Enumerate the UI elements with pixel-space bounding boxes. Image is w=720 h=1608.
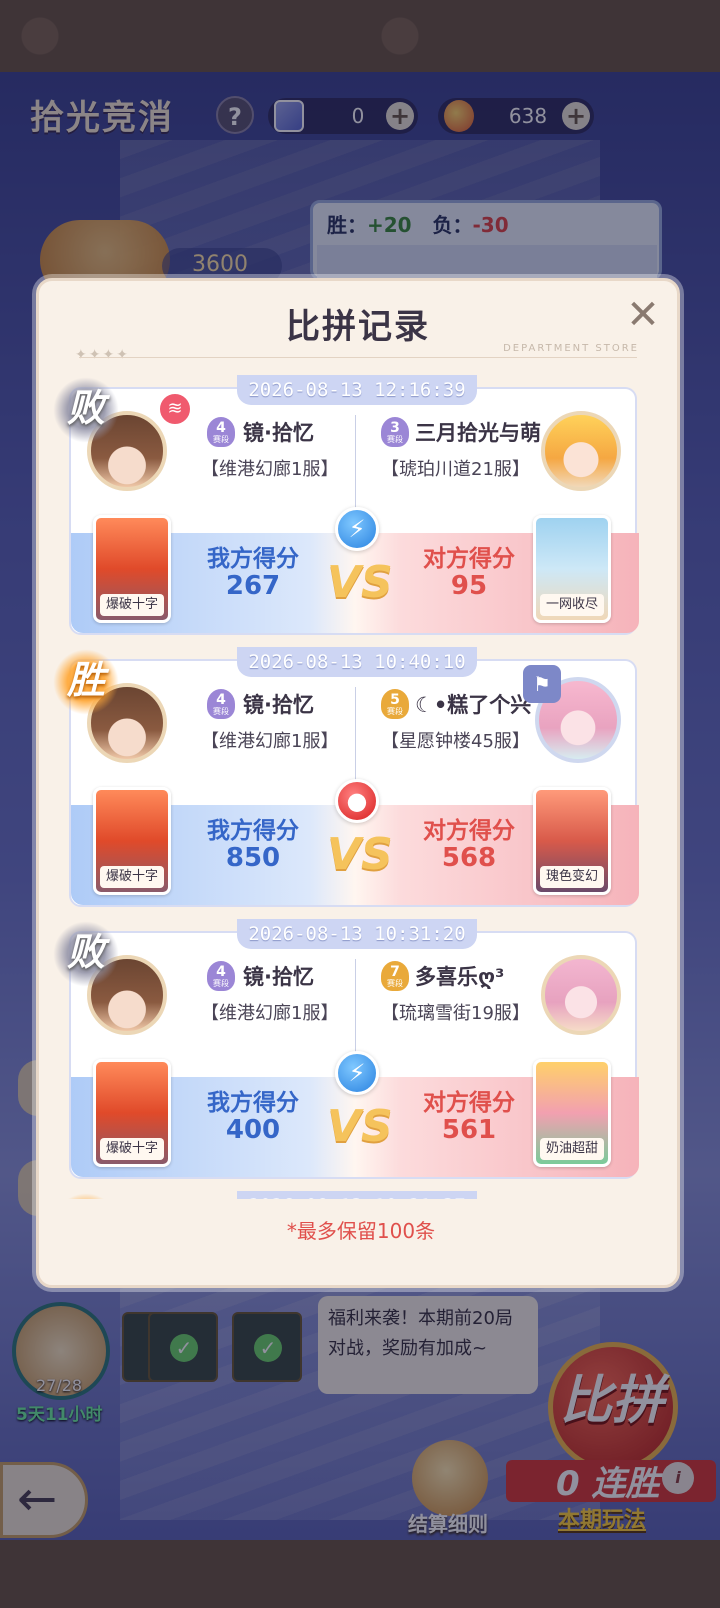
opponent-server: 【琥珀川道21服】: [381, 459, 530, 480]
my-score: 400: [225, 1115, 281, 1145]
close-icon[interactable]: ✕: [623, 295, 663, 335]
vs-label: VS: [327, 829, 393, 880]
record-time: 2026-08-13 10:31:20: [237, 919, 477, 949]
vs-label: VS: [327, 1101, 393, 1152]
sparkle-icon: ✦✦✦✦: [75, 347, 130, 363]
my-name: 镜·拾忆: [243, 693, 314, 717]
my-name: 镜·拾忆: [243, 421, 314, 445]
rank-badge-icon: 3 赛段: [381, 417, 409, 447]
opponent-score: 561: [441, 1115, 497, 1145]
opponent-server: 【星愿钟楼45服】: [381, 731, 530, 752]
my-server: 【维港幻廊1服】: [201, 731, 339, 752]
opponent-outfit-card: 瑰色变幻: [533, 787, 611, 895]
divider: [355, 959, 356, 1059]
result-lose-tag: 败: [53, 377, 119, 443]
opponent-server: 【琉璃雪街19服】: [381, 1003, 530, 1024]
opponent-score-label: 对方得分: [423, 1090, 515, 1116]
my-score: 850: [225, 843, 281, 873]
retention-note: *最多保留100条: [286, 1219, 436, 1243]
record-time: 2026-08-13 10:40:10: [237, 647, 477, 677]
lightning-icon: ⚡: [335, 507, 379, 551]
rank-badge-icon: 7 赛段: [381, 961, 409, 991]
opponent-name: 多喜乐ღ³: [415, 965, 505, 989]
my-score: 267: [225, 571, 281, 601]
opponent-outfit-card: 奶油超甜: [533, 1059, 611, 1167]
opponent-name: 三月拾光与萌: [415, 421, 541, 445]
record-list[interactable]: 2026-08-13 12:16:39 ≋ 4 赛段 镜·拾忆 【维港幻廊1服】 …: [39, 373, 683, 1199]
bomb-icon: ●: [335, 779, 379, 823]
opponent-score: 95: [450, 571, 488, 601]
opponent-score: 568: [441, 843, 497, 873]
my-outfit-card: 爆破十字: [93, 515, 171, 623]
rank-badge-icon: 4 赛段: [207, 417, 235, 447]
battle-record-modal: 比拼记录 ✕ DEPARTMENT STORE ✦✦✦✦ 2026-08-13 …: [36, 278, 680, 1288]
rank-badge-icon: 4 赛段: [207, 689, 235, 719]
record-time: 2026-08-13 10:21:37: [237, 1191, 477, 1199]
opponent-avatar[interactable]: [541, 411, 621, 491]
record-time: 2026-08-13 12:16:39: [237, 375, 477, 405]
divider: [79, 357, 637, 358]
opponent-outfit-card: 一网收尽: [533, 515, 611, 623]
result-lose-tag: 败: [53, 921, 119, 987]
divider: [355, 415, 356, 515]
opponent-avatar[interactable]: [541, 955, 621, 1035]
my-score-label: 我方得分: [207, 1090, 299, 1116]
record-card: 2026-08-13 12:16:39 ≋ 4 赛段 镜·拾忆 【维港幻廊1服】 …: [53, 375, 639, 635]
opponent-score-label: 对方得分: [423, 546, 515, 572]
vs-label: VS: [327, 557, 393, 608]
my-outfit-card: 爆破十字: [93, 1059, 171, 1167]
my-server: 【维港幻廊1服】: [201, 459, 339, 480]
record-card: 2026-08-13 10:40:10 4 赛段 镜·拾忆 【维港幻廊1服】 5赛…: [53, 647, 639, 907]
rank-badge-icon: 5 赛段: [381, 689, 409, 719]
my-outfit-card: 爆破十字: [93, 787, 171, 895]
opponent-name: ☾•糕了个兴: [415, 693, 532, 717]
result-win-tag: 胜: [53, 649, 119, 715]
lightning-icon: ⚡: [335, 1051, 379, 1095]
modal-title: 比拼记录: [286, 307, 430, 347]
my-name: 镜·拾忆: [243, 965, 314, 989]
flag-icon: ⚑: [523, 665, 561, 703]
record-card: 2026-08-13 10:31:20 4 赛段 镜·拾忆 【维港幻廊1服】 7赛…: [53, 919, 639, 1179]
signal-icon: ≋: [157, 391, 193, 427]
opponent-score-label: 对方得分: [423, 818, 515, 844]
my-score-label: 我方得分: [207, 546, 299, 572]
my-server: 【维港幻廊1服】: [201, 1003, 339, 1024]
modal-subtitle: DEPARTMENT STORE: [503, 343, 639, 354]
my-score-label: 我方得分: [207, 818, 299, 844]
rank-badge-icon: 4 赛段: [207, 961, 235, 991]
divider: [355, 687, 356, 787]
result-win-tag: 胜: [53, 1193, 119, 1199]
